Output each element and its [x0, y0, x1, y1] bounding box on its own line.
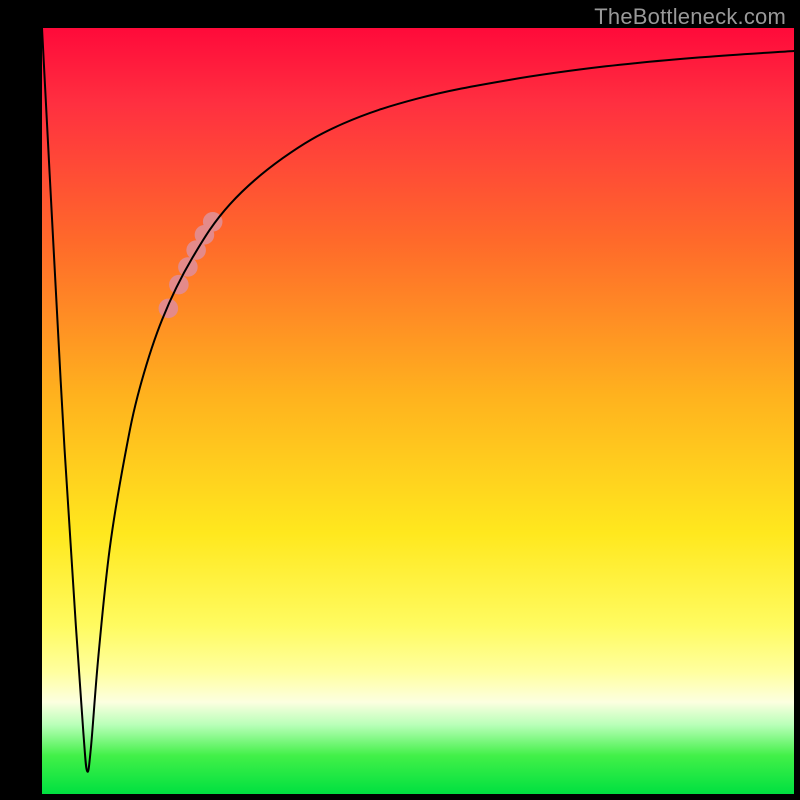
highlight-dot — [159, 299, 179, 319]
curve-layer — [0, 0, 800, 800]
chart-frame: TheBottleneck.com — [0, 0, 800, 800]
bottleneck-curve — [42, 28, 794, 772]
